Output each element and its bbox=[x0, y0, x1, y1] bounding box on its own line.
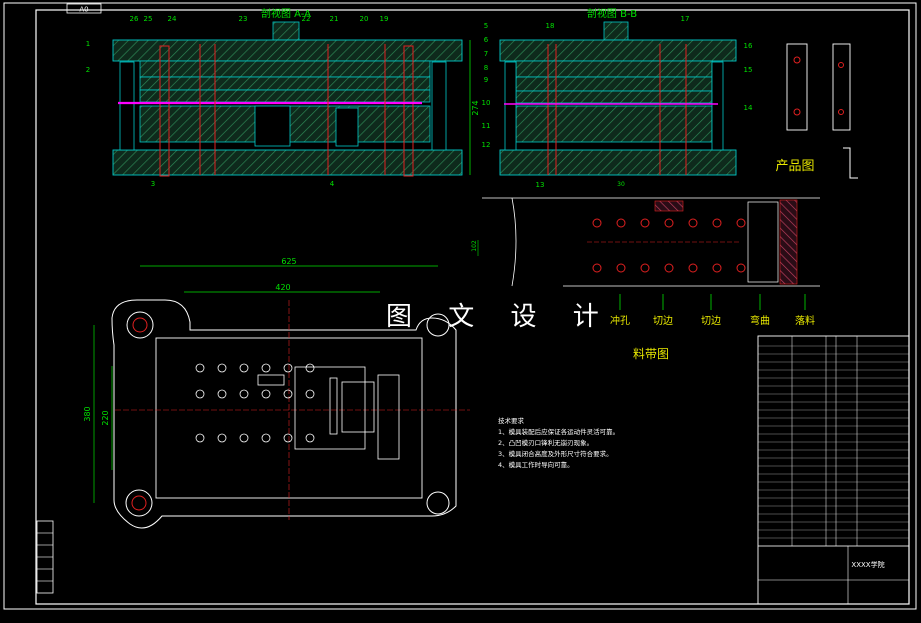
strip-hole bbox=[664, 263, 674, 273]
title-block-school: XXXX学院 bbox=[851, 560, 884, 569]
strip-station-label: 落料 bbox=[795, 314, 815, 327]
note-item: 1、模具装配后应保证各运动件灵活可靠。 bbox=[498, 428, 620, 436]
plan-hole bbox=[195, 389, 205, 399]
strip-layout-view: 102 30 料带图 bbox=[471, 181, 820, 361]
note-item: 4、模具工作时导向可靠。 bbox=[498, 461, 574, 469]
callout-label: 16 bbox=[744, 42, 753, 50]
callout-label: 21 bbox=[330, 15, 339, 23]
callout-label: 18 bbox=[546, 22, 555, 30]
callout-label: 15 bbox=[744, 66, 753, 74]
plan-hole bbox=[261, 433, 271, 443]
callout-label: 8 bbox=[484, 64, 488, 72]
plan-hole bbox=[239, 433, 249, 443]
callout-label: 13 bbox=[536, 181, 545, 189]
strip-hole bbox=[592, 263, 602, 273]
callout-label: 12 bbox=[482, 141, 491, 149]
strip-station-label: 冲孔 bbox=[610, 314, 630, 327]
plan-width-dim: 625 bbox=[281, 257, 296, 266]
callout-label: 6 bbox=[484, 36, 489, 44]
product-title: 产品图 bbox=[775, 159, 814, 174]
callout-label: 5 bbox=[484, 22, 488, 30]
plan-hole bbox=[195, 363, 205, 373]
plan-inner-height-dim: 220 bbox=[101, 410, 110, 425]
strip-hole bbox=[736, 263, 746, 273]
strip-hole bbox=[664, 218, 674, 228]
strip-hole bbox=[592, 218, 602, 228]
section-a-view: 剖视图 A-A 274 bbox=[112, 7, 480, 177]
plan-hole bbox=[305, 363, 315, 373]
section-b-view: 剖视图 B-B bbox=[499, 7, 737, 176]
callout-label: 19 bbox=[380, 15, 389, 23]
strip-hole bbox=[616, 218, 626, 228]
plan-height-dim: 380 bbox=[83, 406, 92, 421]
note-item: 3、模具闭合高度及外形尺寸符合要求。 bbox=[498, 450, 613, 458]
callout-label: 20 bbox=[360, 15, 369, 23]
plan-hole bbox=[261, 389, 271, 399]
strip-hole bbox=[640, 218, 650, 228]
plan-hole bbox=[305, 433, 315, 443]
strip-hole bbox=[712, 263, 722, 273]
plan-hole bbox=[217, 363, 227, 373]
strip-station-label: 切边 bbox=[653, 315, 673, 327]
callout-label: 14 bbox=[744, 104, 753, 112]
strip-station-label: 弯曲 bbox=[750, 314, 770, 327]
callout-label: 1 bbox=[86, 40, 90, 48]
callout-label: 4 bbox=[330, 180, 335, 188]
sheet-size-tag: A0 bbox=[79, 6, 88, 14]
callout-label: 17 bbox=[681, 15, 690, 23]
plan-hole bbox=[239, 389, 249, 399]
callout-label: 10 bbox=[482, 99, 491, 107]
strip-hole bbox=[688, 263, 698, 273]
callout-label: 24 bbox=[168, 15, 177, 23]
watermark-text: 图 文 设 计 bbox=[386, 302, 613, 332]
plan-hole bbox=[305, 389, 315, 399]
callout-label: 11 bbox=[482, 122, 491, 130]
technical-notes: 技术要求 1、模具装配后应保证各运动件灵活可靠。 2、凸凹模刃口锋利无崩刃现象。… bbox=[498, 416, 619, 471]
plan-hole bbox=[217, 389, 227, 399]
plan-hole bbox=[195, 433, 205, 443]
title-block: XXXX学院 bbox=[757, 335, 910, 605]
revision-strip bbox=[36, 520, 54, 594]
callout-label: 22 bbox=[302, 15, 311, 23]
strip-hole bbox=[712, 218, 722, 228]
plan-hole bbox=[283, 363, 293, 373]
product-view: 产品图 bbox=[775, 43, 858, 179]
plan-hole bbox=[217, 433, 227, 443]
strip-hole bbox=[640, 263, 650, 273]
note-item: 2、凸凹模刃口锋利无崩刃现象。 bbox=[498, 439, 594, 447]
callout-label: 26 bbox=[130, 15, 139, 23]
callout-label: 9 bbox=[484, 76, 488, 84]
strip-pitch-dim: 30 bbox=[617, 181, 625, 188]
strip-hole bbox=[616, 263, 626, 273]
callout-label: 3 bbox=[151, 180, 155, 188]
callout-label: 7 bbox=[484, 50, 488, 58]
strip-title: 料带图 bbox=[633, 347, 669, 361]
strip-hole bbox=[688, 218, 698, 228]
plan-hole bbox=[239, 363, 249, 373]
strip-width-dim: 102 bbox=[471, 240, 478, 252]
plan-hole bbox=[261, 363, 271, 373]
plan-hole bbox=[283, 389, 293, 399]
strip-hole bbox=[736, 218, 746, 228]
section-b-title: 剖视图 B-B bbox=[587, 7, 637, 20]
plan-hole bbox=[283, 433, 293, 443]
plan-inner-width-dim: 420 bbox=[275, 283, 290, 292]
callout-label: 2 bbox=[86, 66, 90, 74]
notes-heading: 技术要求 bbox=[498, 417, 524, 425]
dimension-section-height: 274 bbox=[471, 100, 480, 115]
callout-label: 23 bbox=[239, 15, 248, 23]
callout-label: 25 bbox=[144, 15, 153, 23]
strip-station-label: 切边 bbox=[701, 315, 721, 327]
